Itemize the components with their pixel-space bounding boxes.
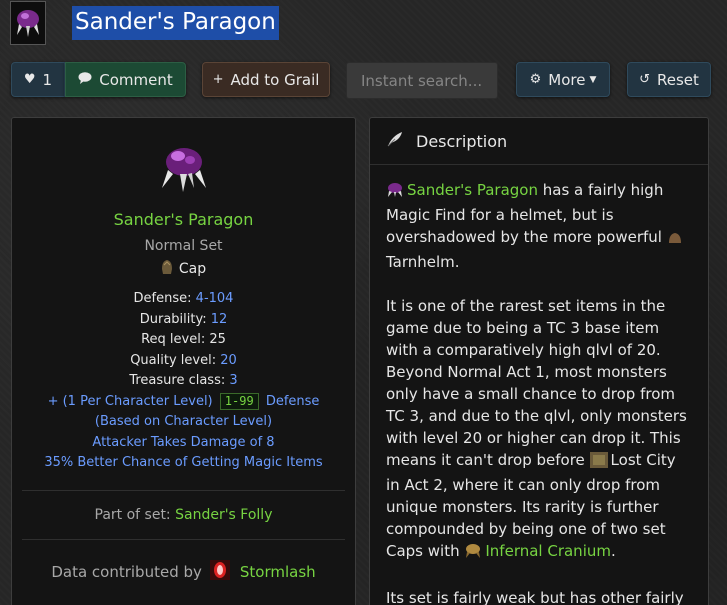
divider <box>22 538 345 540</box>
toolbar: ♥ 1 Comment + Add to Grail ⚙ More ▼ ↺ Re… <box>11 62 716 99</box>
description-header: Description <box>370 118 708 165</box>
tarnhelm-icon <box>667 229 683 251</box>
prop-attacker-damage: Attacker Takes Damage of 8 <box>92 434 275 450</box>
stat-durability: Durability: 12 <box>139 311 228 327</box>
prop-defense-note: (Based on Character Level) <box>94 414 273 429</box>
undo-icon: ↺ <box>639 72 650 87</box>
add-to-grail-button[interactable]: + Add to Grail <box>202 62 330 97</box>
instant-search-input[interactable] <box>346 62 498 99</box>
stat-defense: Defense: 4-104 <box>133 291 234 306</box>
reset-label: Reset <box>657 70 699 89</box>
avatar <box>209 559 230 584</box>
more-dropdown-button[interactable]: ⚙ More ▼ <box>516 62 610 97</box>
like-button[interactable]: ♥ 1 <box>11 62 65 97</box>
caret-down-icon: ▼ <box>589 74 597 85</box>
item-base-label: Cap <box>178 261 207 277</box>
item-link-infernal-cranium[interactable]: Infernal Cranium <box>485 542 611 560</box>
helmet-icon <box>386 182 404 204</box>
stat-treasure-class: Treasure class: 3 <box>129 373 238 388</box>
set-info: Part of set: Sander's Folly <box>94 506 273 523</box>
comment-label: Comment <box>99 70 173 89</box>
description-panel: Description Sander's Paragon has a fairl… <box>369 117 709 605</box>
description-paragraph: Sander's Paragon has a fairly high Magic… <box>386 179 692 273</box>
item-name: Sander's Paragon <box>113 210 254 229</box>
contributor-link[interactable]: Stormlash <box>240 563 316 581</box>
comment-button[interactable]: Comment <box>65 62 186 97</box>
description-title: Description <box>416 131 508 151</box>
helmet-icon <box>464 543 482 565</box>
plus-icon: + <box>212 72 224 87</box>
description-paragraph: Its set is fairly weak but has other fai… <box>386 589 684 605</box>
location-link-lost-city[interactable]: Lost City <box>611 451 676 469</box>
item-type: Normal Set <box>144 238 223 254</box>
description-body: Sander's Paragon has a fairly high Magic… <box>370 165 708 605</box>
page-title: Sander's Paragon <box>72 6 279 40</box>
prop-magic-find: 35% Better Chance of Getting Magic Items <box>44 455 323 470</box>
page-header: Sander's Paragon <box>10 0 279 46</box>
item-base: Cap <box>12 259 355 279</box>
cap-icon <box>161 259 173 279</box>
stat-req-level: Req level: 25 <box>141 332 226 347</box>
helmet-icon <box>10 1 46 45</box>
gear-icon: ⚙ <box>529 72 542 87</box>
item-panel: Sander's Paragon Normal Set Cap Defense:… <box>11 117 356 605</box>
helmet-icon <box>156 140 212 196</box>
heart-icon: ♥ <box>23 72 36 87</box>
prop-defense: + (1 Per Character Level) 1-99 Defense <box>47 392 320 410</box>
set-link[interactable]: Sander's Folly <box>175 507 272 523</box>
contributor-line: Data contributed by Stormlash <box>12 559 355 584</box>
grail-label: Add to Grail <box>230 70 320 89</box>
divider <box>22 489 345 491</box>
item-stats: Defense: 4-104 Durability: 12 Req level:… <box>12 289 355 474</box>
speech-bubble-icon <box>78 71 92 88</box>
stat-quality-level: Quality level: 20 <box>130 352 237 368</box>
more-label: More <box>548 70 586 89</box>
item-link-sanders-paragon[interactable]: Sander's Paragon <box>407 181 538 199</box>
reset-button[interactable]: ↺ Reset <box>627 62 711 97</box>
like-count: 1 <box>42 70 53 89</box>
item-link-tarnhelm[interactable]: Tarnhelm. <box>386 253 460 271</box>
defense-range-badge: 1-99 <box>219 392 259 410</box>
map-icon <box>589 452 608 474</box>
description-paragraph: It is one of the rarest set items in the… <box>386 295 692 565</box>
feather-icon <box>386 130 404 152</box>
